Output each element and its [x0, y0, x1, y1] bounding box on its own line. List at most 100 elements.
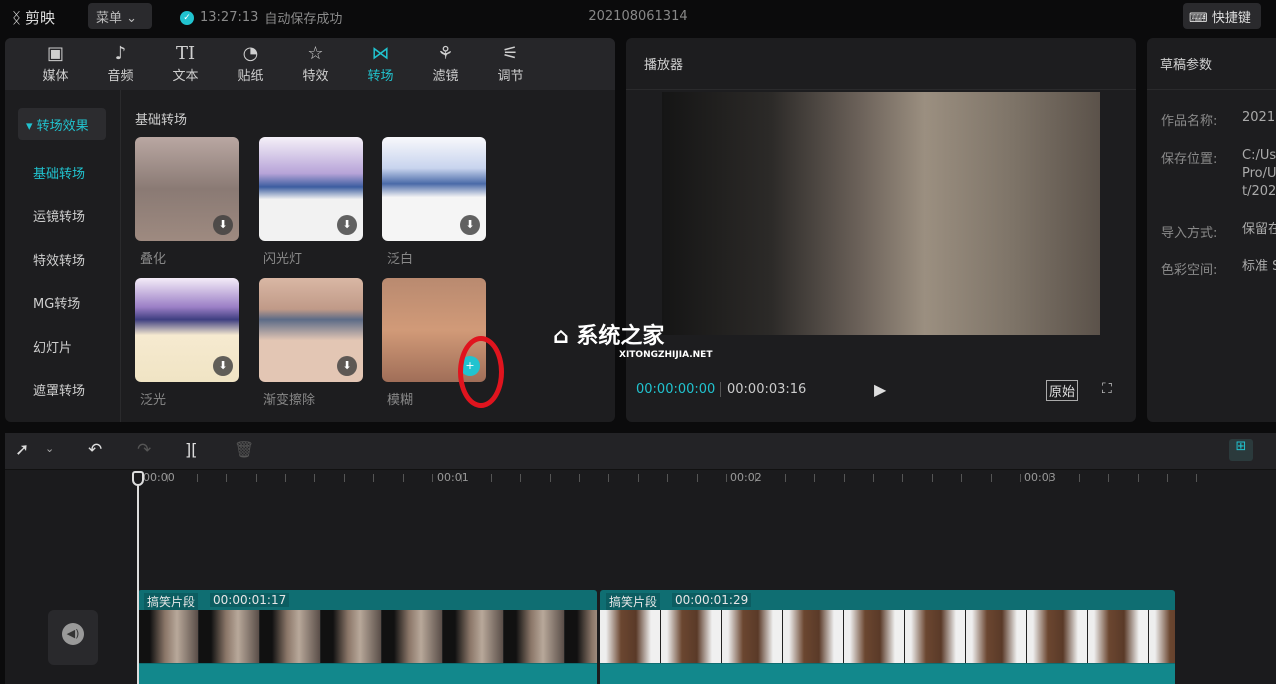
- draft-value: 标准 S: [1242, 259, 1276, 274]
- clip-thumbnails: [600, 610, 1175, 663]
- clip-thumbnail: [1149, 610, 1175, 663]
- transition-card[interactable]: ⬇: [135, 137, 239, 241]
- audio-waveform: [600, 664, 1175, 684]
- transition-card[interactable]: ⬇: [382, 137, 486, 241]
- fullscreen-icon[interactable]: ⛶: [1102, 381, 1112, 397]
- video-preview: [662, 92, 1100, 335]
- clip-thumbnail: [1088, 610, 1149, 663]
- audio-waveform: [138, 664, 597, 684]
- download-icon[interactable]: ⬇: [337, 356, 357, 376]
- clip-duration: 00:00:01:17: [210, 593, 290, 607]
- ruler-tick: [196, 474, 198, 482]
- video-clip[interactable]: 搞笑片段 00:00:01:29: [600, 590, 1175, 684]
- speaker-icon: ◀): [62, 623, 84, 645]
- video-clip[interactable]: 搞笑片段 00:00:01:17: [138, 590, 597, 684]
- effects-icon: ☆: [307, 43, 324, 64]
- play-icon[interactable]: ▶: [874, 380, 886, 399]
- sidebar-item-basic[interactable]: 基础转场: [0, 163, 116, 182]
- ruler-tick: [1196, 474, 1198, 482]
- ruler-tick: [1137, 474, 1139, 482]
- ruler-tick: [1167, 474, 1168, 482]
- ruler-tick: [902, 474, 904, 482]
- ruler-tick: [961, 474, 963, 482]
- select-tool-icon[interactable]: ➚: [15, 440, 29, 460]
- transition-card[interactable]: ⬇: [135, 278, 239, 382]
- filter-icon: ⚘: [437, 43, 454, 64]
- tab-text[interactable]: TI 文本: [153, 38, 218, 90]
- clip-duration: 00:00:01:29: [672, 593, 752, 607]
- clip-thumbnail: [260, 610, 321, 663]
- ruler-tick: [637, 474, 639, 482]
- sidebar-header[interactable]: ▾ 转场效果: [18, 108, 106, 140]
- clip-thumbnail: [966, 610, 1027, 663]
- ruler-label: 00:00: [143, 471, 175, 484]
- tab-media[interactable]: ▣ 媒体: [23, 38, 88, 90]
- resource-tabs: ▣ 媒体 ♪ 音频 TI 文本 ◔ 贴纸 ☆ 特效 ⋈ 转场 ⚘ 滤镜 ⚟ 调节: [5, 38, 615, 90]
- ruler-tick: [432, 474, 433, 482]
- sidebar-item-slideshow[interactable]: 幻灯片: [0, 337, 116, 356]
- download-icon[interactable]: ⬇: [337, 215, 357, 235]
- ratio-button[interactable]: 原始: [1046, 380, 1079, 401]
- split-icon[interactable]: ][: [185, 440, 197, 459]
- watermark-logo: ⌂ 系统之家 XITONGZHIJIA.NET: [553, 324, 713, 360]
- draft-value: 2021: [1242, 110, 1276, 125]
- tab-filter[interactable]: ⚘ 滤镜: [413, 38, 478, 90]
- clip-thumbnails: [138, 610, 597, 663]
- ruler-label: 00:02: [730, 471, 762, 484]
- redo-icon[interactable]: ↷: [137, 440, 151, 460]
- delete-icon[interactable]: 🗑: [234, 440, 254, 459]
- tab-effects[interactable]: ☆ 特效: [283, 38, 348, 90]
- ruler-tick: [814, 474, 816, 482]
- ruler-tick: [784, 474, 786, 482]
- card-label: 泛光: [140, 393, 167, 408]
- clip-thumbnail: [783, 610, 844, 663]
- annotation-circle: [458, 336, 504, 408]
- ruler-tick: [873, 474, 874, 482]
- sidebar-item-effect[interactable]: 特效转场: [0, 250, 116, 269]
- ruler-tick: [726, 474, 727, 482]
- clip-thumbnail: [199, 610, 260, 663]
- download-icon[interactable]: ⬇: [460, 215, 480, 235]
- draft-label: 导入方式:: [1161, 226, 1218, 241]
- ruler-tick: [1020, 474, 1021, 482]
- transition-card[interactable]: ⬇: [259, 278, 363, 382]
- sidebar-item-camera[interactable]: 运镜转场: [0, 206, 116, 225]
- chevron-down-icon[interactable]: ⌄: [45, 442, 54, 455]
- track-audio-toggle[interactable]: ◀): [48, 610, 98, 665]
- ruler-tick: [285, 474, 286, 482]
- card-label: 泛白: [387, 252, 414, 267]
- tab-adjust[interactable]: ⚟ 调节: [478, 38, 543, 90]
- ruler-tick: [990, 474, 992, 482]
- ruler-tick: [314, 474, 316, 482]
- total-time: 00:00:03:16: [720, 382, 806, 397]
- clip-thumbnail: [661, 610, 722, 663]
- section-title: 基础转场: [135, 113, 188, 128]
- card-label: 渐变擦除: [263, 393, 316, 408]
- download-icon[interactable]: ⬇: [213, 215, 233, 235]
- clip-thumbnail: [565, 610, 597, 663]
- tab-audio[interactable]: ♪ 音频: [88, 38, 153, 90]
- ruler-tick: [579, 474, 580, 482]
- tab-sticker[interactable]: ◔ 贴纸: [218, 38, 283, 90]
- top-bar: ᛝ 剪映 菜单 ⌄ ✓ 13:27:13 自动保存成功 202108061314 ⌨ …: [0, 0, 1276, 36]
- playhead[interactable]: [137, 472, 139, 684]
- undo-icon[interactable]: ↶: [88, 440, 102, 460]
- draft-label: 保存位置:: [1161, 152, 1218, 167]
- sidebar-item-mask[interactable]: 遮罩转场: [0, 380, 116, 399]
- sticker-icon: ◔: [242, 43, 259, 64]
- player-title: 播放器: [644, 58, 684, 73]
- clip-thumbnail: [382, 610, 443, 663]
- player-header: 播放器: [626, 38, 1136, 90]
- transition-card[interactable]: ⬇: [259, 137, 363, 241]
- tab-transition[interactable]: ⋈ 转场: [348, 38, 413, 90]
- ruler-tick: [843, 474, 845, 482]
- clip-thumbnail: [443, 610, 504, 663]
- playhead-handle[interactable]: [132, 471, 144, 486]
- clip-thumbnail: [1027, 610, 1088, 663]
- sidebar-item-mg[interactable]: MG转场: [0, 293, 116, 312]
- snap-toggle-icon[interactable]: ⊞: [1229, 439, 1253, 461]
- download-icon[interactable]: ⬇: [213, 356, 233, 376]
- timeline-toolbar: ➚ ⌄ ↶ ↷ ][ 🗑 ⊞: [5, 433, 1276, 470]
- ruler-tick: [696, 474, 698, 482]
- adjust-icon: ⚟: [502, 43, 519, 64]
